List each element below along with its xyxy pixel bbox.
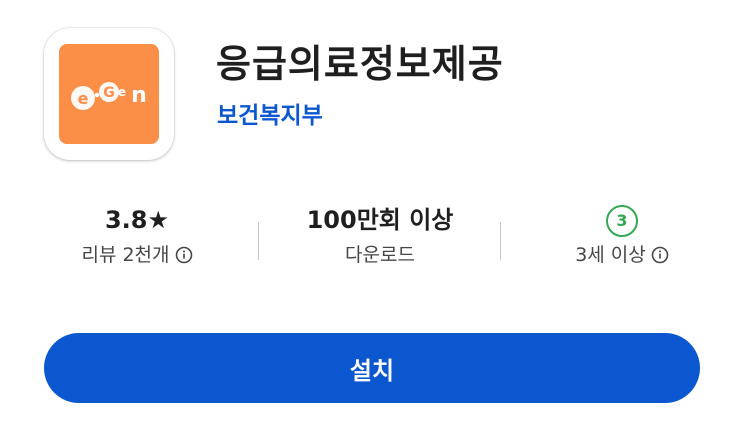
age-rating-badge: 3 (606, 205, 638, 237)
install-button[interactable]: 설치 (44, 333, 700, 403)
reviews-label: 리뷰 2천개 (81, 244, 170, 266)
info-icon[interactable] (175, 246, 193, 264)
svg-text:G: G (103, 85, 115, 101)
rating-stat[interactable]: 3.8★ 리뷰 2천개 (64, 203, 210, 269)
egen-logo-icon: e G e n (71, 82, 147, 110)
age-label: 3세 이상 (575, 244, 646, 266)
age-rating-stat[interactable]: 3 3세 이상 (552, 203, 692, 269)
svg-text:e: e (118, 85, 126, 99)
stat-divider (500, 222, 501, 260)
app-icon: e G e n (59, 44, 159, 144)
app-icon-frame[interactable]: e G e n (44, 28, 174, 160)
downloads-value: 100만회 이상 (306, 206, 454, 234)
age-label-row: 3세 이상 (575, 241, 669, 269)
age-badge-row: 3 (552, 203, 692, 237)
downloads-stat: 100만회 이상 다운로드 (295, 203, 465, 269)
svg-text:n: n (131, 83, 147, 108)
rating-value: 3.8★ (104, 206, 170, 234)
stat-divider (258, 222, 259, 260)
app-title: 응급의료정보제공 (216, 42, 504, 86)
svg-text:e: e (78, 89, 89, 108)
rating-label-row: 리뷰 2천개 (81, 241, 192, 269)
downloads-label: 다운로드 (345, 241, 415, 269)
downloads-label-text: 다운로드 (345, 244, 415, 266)
info-icon[interactable] (651, 246, 669, 264)
developer-link[interactable]: 보건복지부 (217, 96, 323, 130)
